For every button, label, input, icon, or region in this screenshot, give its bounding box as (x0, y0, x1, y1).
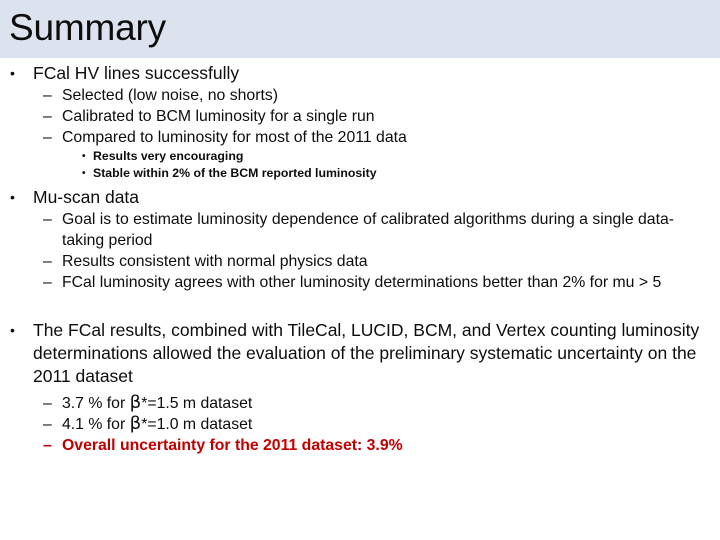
dash-icon: – (43, 395, 52, 412)
bullet-level2-text: Goal is to estimate luminosity dependenc… (62, 211, 675, 249)
bullet-level3-stable-within: • Stable within 2% of the BCM reported l… (0, 165, 720, 182)
beta-symbol: β (129, 392, 142, 413)
bullet-level2-text: Results consistent with normal physics d… (62, 253, 368, 270)
value-post: *=1.0 m dataset (141, 416, 253, 433)
bullet-level1-text: Mu-scan data (33, 187, 140, 207)
bullet-level2-selected: – Selected (low noise, no shorts) (0, 85, 720, 106)
bullet-level2-uncertainty-beta10: – 4.1 % for β*=1.0 m dataset (0, 414, 720, 435)
bullet-level2-goal-estimate: – Goal is to estimate luminosity depende… (0, 209, 720, 251)
bullet-level2-text: FCal luminosity agrees with other lumino… (62, 274, 662, 291)
bullet-level2-uncertainty-beta15: – 3.7 % for β*=1.5 m dataset (0, 393, 720, 414)
bullet-dot-icon: • (82, 168, 86, 179)
bullet-level2-text: 4.1 % for β*=1.0 m dataset (62, 414, 720, 435)
slide-title-band: Summary (0, 0, 720, 58)
dash-icon: – (43, 211, 52, 228)
value-pre: 4.1 % for (62, 416, 130, 433)
dash-icon: – (43, 253, 52, 270)
dash-icon: – (43, 108, 52, 125)
dash-icon: – (43, 87, 52, 104)
bullet-dot-icon: • (10, 322, 15, 338)
bullet-level1-mu-scan-data: • Mu-scan data (0, 186, 720, 209)
page-title: Summary (9, 7, 166, 48)
bullet-level2-text: Selected (low noise, no shorts) (62, 87, 278, 104)
dash-icon: – (43, 274, 52, 291)
bullet-level3-text: Stable within 2% of the BCM reported lum… (93, 166, 377, 180)
dash-icon: – (43, 416, 52, 433)
bullet-level2-text: 3.7 % for β*=1.5 m dataset (62, 393, 720, 414)
bullet-level2-text-highlighted: Overall uncertainty for the 2011 dataset… (62, 437, 403, 454)
bullet-level3-results-encouraging: • Results very encouraging (0, 148, 720, 165)
bullet-level2-compared: – Compared to luminosity for most of the… (0, 127, 720, 148)
bullet-level2-fcal-agrees: – FCal luminosity agrees with other lumi… (0, 272, 720, 293)
slide-canvas: Summary • FCal HV lines successfully – S… (0, 0, 720, 540)
bullet-level2-text: Compared to luminosity for most of the 2… (62, 129, 407, 146)
bullet-level2-results-consistent: – Results consistent with normal physics… (0, 251, 720, 272)
bullet-level2-text: Calibrated to BCM luminosity for a singl… (62, 108, 375, 125)
bullet-dot-icon: • (82, 151, 86, 162)
dash-icon: – (43, 129, 52, 146)
bullet-dot-icon: • (10, 65, 15, 81)
bullet-level2-overall-uncertainty: – Overall uncertainty for the 2011 datas… (0, 435, 720, 456)
slide-body: • FCal HV lines successfully – Selected … (0, 58, 720, 540)
dash-icon: – (43, 437, 52, 454)
bullet-level3-text: Results very encouraging (93, 149, 244, 163)
bullet-level1-text: The FCal results, combined with TileCal,… (33, 320, 700, 386)
bullet-level1-fcal-results-combined: • The FCal results, combined with TileCa… (0, 319, 720, 388)
value-pre: 3.7 % for (62, 395, 130, 412)
value-post: *=1.5 m dataset (141, 395, 253, 412)
bullet-dot-icon: • (10, 189, 15, 205)
beta-symbol: β (129, 413, 142, 434)
bullet-level2-calibrated: – Calibrated to BCM luminosity for a sin… (0, 106, 720, 127)
bullet-level1-text: FCal HV lines successfully (33, 63, 240, 83)
bullet-level1-fcal-hv-lines: • FCal HV lines successfully (0, 62, 720, 85)
